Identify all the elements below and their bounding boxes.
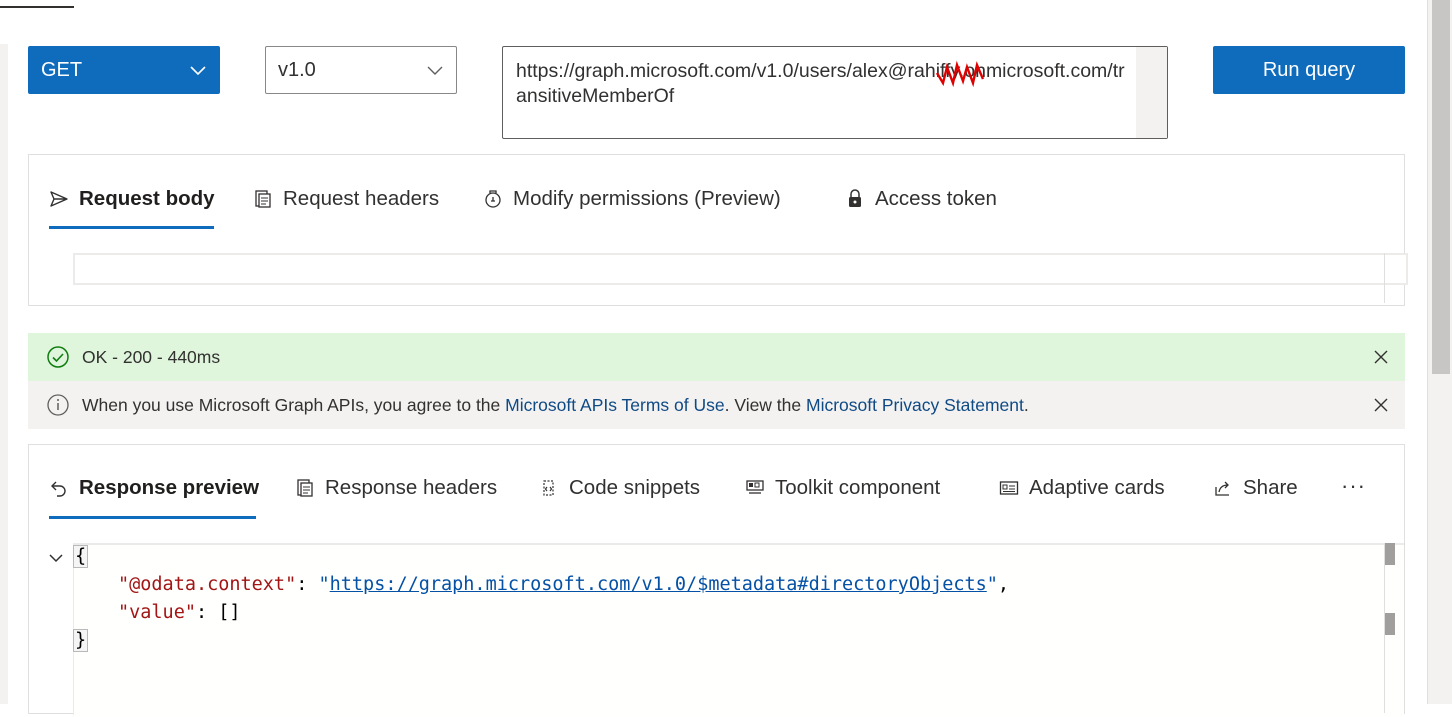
- left-edge: [0, 44, 8, 704]
- json-close-brace: }: [73, 629, 89, 652]
- tab-response-preview[interactable]: Response preview: [49, 473, 259, 503]
- permissions-icon: [485, 190, 501, 208]
- tab-label: Code snippets: [569, 476, 701, 499]
- send-icon: [50, 191, 68, 207]
- tab-toolkit-component[interactable]: Toolkit component: [745, 473, 940, 503]
- tab-share[interactable]: Share: [1213, 473, 1298, 503]
- json-value-line: "value": []: [118, 602, 241, 623]
- terms-prefix: When you use Microsoft Graph APIs, you a…: [82, 394, 506, 415]
- version-label: v1.0: [278, 58, 316, 81]
- privacy-statement-link[interactable]: Microsoft Privacy Statement: [806, 395, 1024, 415]
- json-open-brace: {: [73, 545, 89, 568]
- terms-suffix: .: [1023, 394, 1029, 415]
- url-scrollbar[interactable]: [1136, 47, 1167, 138]
- lock-icon: [849, 189, 861, 207]
- method-label: GET: [41, 58, 83, 81]
- redaction-scribble: [935, 60, 985, 87]
- tab-label: Access token: [875, 187, 997, 210]
- json-close-line: }: [73, 627, 89, 655]
- share-icon: [1215, 481, 1229, 496]
- page-scroll-thumb[interactable]: [1432, 0, 1450, 374]
- tab-adaptive-cards[interactable]: Adaptive cards: [999, 473, 1165, 503]
- json-key: "@odata.context": [118, 574, 297, 595]
- tab-code-snippets[interactable]: Code snippets: [539, 473, 700, 503]
- json-value: []: [218, 602, 241, 623]
- top-tab-underline: [0, 6, 74, 8]
- headers-icon: [297, 479, 313, 497]
- undo-icon: [51, 481, 66, 497]
- close-icon[interactable]: [1373, 349, 1389, 365]
- request-editor-scrollbar[interactable]: [1384, 253, 1385, 303]
- tab-request-headers[interactable]: Request headers: [253, 184, 439, 214]
- method-dropdown[interactable]: GET: [28, 46, 220, 94]
- response-preview-editor[interactable]: [73, 543, 1404, 717]
- card-icon: [999, 481, 1019, 495]
- toolkit-icon: [746, 480, 764, 494]
- terms-middle: . View the: [724, 394, 806, 415]
- response-panel: Response preview Response headers Code s…: [28, 444, 1405, 717]
- terms-of-use-link[interactable]: Microsoft APIs Terms of Use: [505, 395, 724, 415]
- tab-request-body[interactable]: Request body: [49, 184, 215, 214]
- tab-access-token[interactable]: Access token: [845, 184, 997, 214]
- query-url-input[interactable]: https://graph.microsoft.com/v1.0/users/a…: [502, 46, 1168, 139]
- tab-label: Request body: [79, 187, 215, 210]
- query-url-text[interactable]: https://graph.microsoft.com/v1.0/users/a…: [516, 59, 1126, 109]
- tab-label: Toolkit component: [775, 476, 941, 499]
- chevron-down-icon[interactable]: [47, 549, 65, 567]
- status-message-bar: OK - 200 - 440ms: [28, 333, 1405, 381]
- terms-message-bar: When you use Microsoft Graph APIs, you a…: [28, 381, 1405, 429]
- json-context-link[interactable]: https://graph.microsoft.com/v1.0/$metada…: [330, 574, 987, 595]
- run-query-button[interactable]: Run query: [1213, 46, 1405, 94]
- code-snippet-icon: [543, 480, 554, 496]
- json-open-line: {: [73, 543, 89, 571]
- info-icon: [47, 394, 69, 416]
- tab-label: Request headers: [283, 187, 440, 210]
- active-tab-indicator: [49, 226, 214, 229]
- tab-modify-permissions[interactable]: Modify permissions (Preview): [483, 184, 781, 214]
- headers-icon: [255, 190, 271, 208]
- request-body-editor[interactable]: [73, 253, 1408, 285]
- tab-label: Share: [1243, 476, 1298, 499]
- scroll-marker: [1385, 543, 1395, 565]
- request-panel: Request body Request headers Modify perm…: [28, 154, 1408, 306]
- close-icon[interactable]: [1373, 397, 1389, 413]
- json-context-line: "@odata.context": "https://graph.microso…: [118, 574, 1010, 595]
- json-key: "value": [118, 602, 196, 623]
- tab-label: Response headers: [325, 476, 498, 499]
- checkmark-circle-icon: [47, 346, 69, 368]
- terms-text: When you use Microsoft Graph APIs, you a…: [82, 395, 1373, 416]
- scroll-marker: [1385, 613, 1395, 635]
- version-dropdown[interactable]: v1.0: [265, 46, 457, 94]
- chevron-down-icon: [190, 66, 206, 76]
- tab-label: Modify permissions (Preview): [513, 187, 781, 210]
- tab-label: Response preview: [79, 476, 260, 499]
- tab-label: Adaptive cards: [1029, 476, 1165, 499]
- chevron-down-icon: [427, 66, 443, 75]
- active-tab-indicator: [49, 516, 256, 519]
- more-options-button[interactable]: ···: [1341, 473, 1366, 499]
- tab-response-headers[interactable]: Response headers: [295, 473, 497, 503]
- status-text: OK - 200 - 440ms: [82, 346, 221, 367]
